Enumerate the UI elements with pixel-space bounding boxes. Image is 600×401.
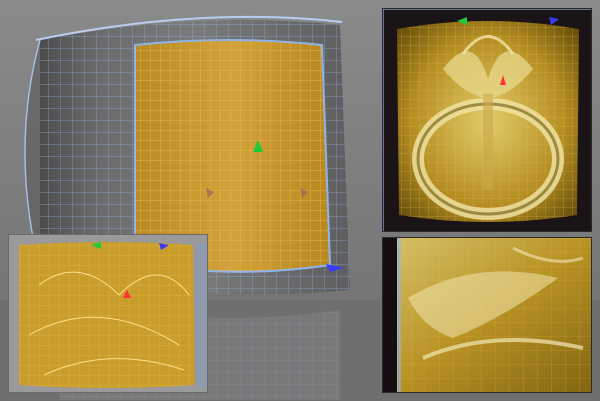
emblem-sculpt — [383, 9, 591, 231]
viewport[interactable] — [0, 0, 600, 401]
sculpt-closeup[interactable] — [382, 237, 592, 393]
sculpt-preview-top[interactable] — [382, 8, 592, 232]
wire-preview — [9, 235, 207, 392]
uv-wire-preview[interactable] — [8, 234, 208, 393]
closeup-sculpt — [383, 238, 591, 392]
